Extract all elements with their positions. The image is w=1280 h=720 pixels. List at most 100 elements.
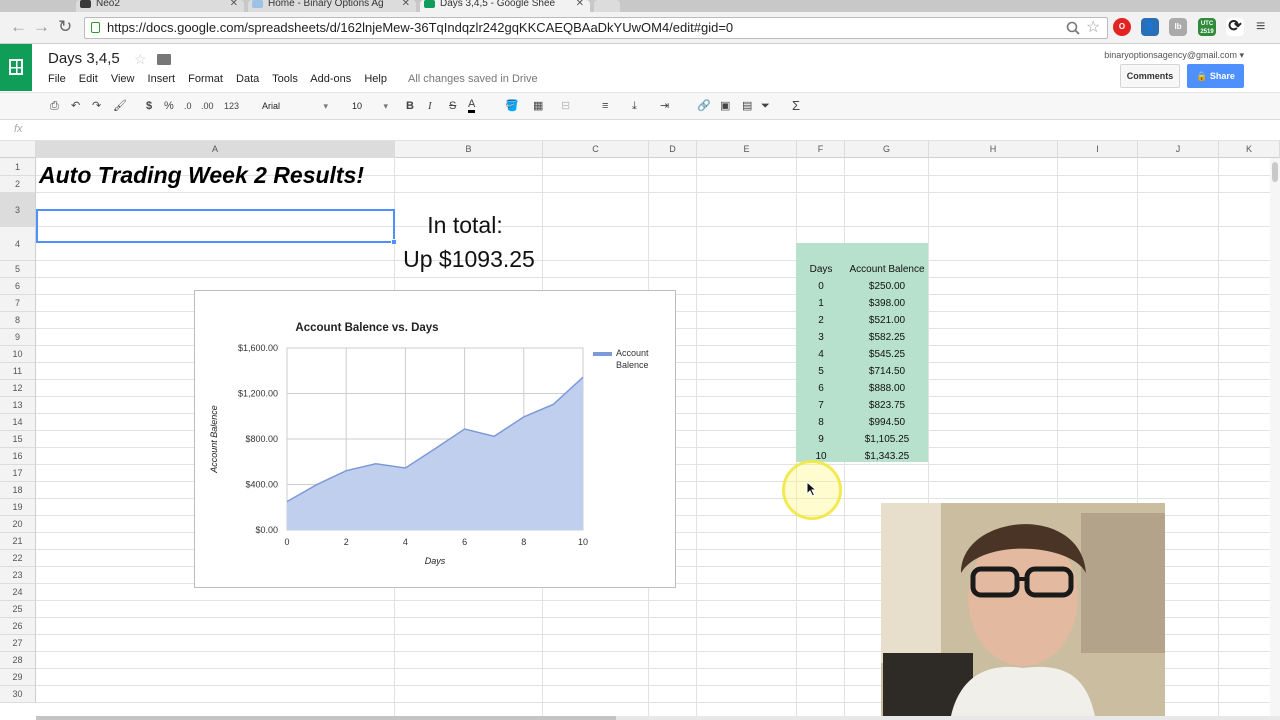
- table-cell-balance[interactable]: $1,343.25: [845, 451, 929, 462]
- selected-cell-a3[interactable]: [36, 209, 397, 245]
- select-all-corner[interactable]: [0, 141, 36, 158]
- share-button[interactable]: 🔒 Share: [1187, 64, 1244, 88]
- menu-format[interactable]: Format: [188, 73, 223, 85]
- decrease-decimals-button[interactable]: .0: [184, 99, 192, 113]
- vertical-scrollbar[interactable]: [1270, 158, 1280, 718]
- bookmark-star-icon[interactable]: ☆: [1086, 17, 1100, 37]
- opera-extension-icon[interactable]: O: [1113, 18, 1131, 36]
- paint-format-icon[interactable]: 🖌: [113, 99, 127, 113]
- column-header[interactable]: K: [1219, 141, 1280, 158]
- vertical-align-icon[interactable]: ⤓: [632, 99, 637, 113]
- column-header[interactable]: H: [929, 141, 1058, 158]
- sync-extension-icon[interactable]: ⟳: [1226, 18, 1244, 36]
- table-cell-balance[interactable]: $582.25: [845, 332, 929, 343]
- profile-extension-icon[interactable]: 👤: [1141, 18, 1159, 36]
- column-header[interactable]: A: [36, 141, 395, 158]
- table-cell-day[interactable]: 1: [797, 298, 845, 309]
- font-select[interactable]: Arial ▾: [262, 98, 330, 114]
- document-title[interactable]: Days 3,4,5: [48, 50, 120, 67]
- redo-icon[interactable]: ↷: [92, 99, 101, 113]
- row-header[interactable]: 21: [0, 533, 36, 550]
- browser-tab-neo2[interactable]: Neo2 ✕: [76, 0, 244, 12]
- increase-decimals-button[interactable]: .00: [201, 99, 214, 113]
- row-header[interactable]: 10: [0, 346, 36, 363]
- table-cell-day[interactable]: 2: [797, 315, 845, 326]
- menu-tools[interactable]: Tools: [272, 73, 298, 85]
- insert-chart-icon[interactable]: ▤: [742, 99, 752, 113]
- row-header[interactable]: 25: [0, 601, 36, 618]
- row-header[interactable]: 4: [0, 227, 36, 261]
- table-cell-balance[interactable]: $545.25: [845, 349, 929, 360]
- row-header[interactable]: 19: [0, 499, 36, 516]
- column-header[interactable]: E: [697, 141, 797, 158]
- currency-format-button[interactable]: $: [146, 99, 152, 113]
- table-cell-balance[interactable]: $714.50: [845, 366, 929, 377]
- merge-cells-icon[interactable]: ⊟: [561, 99, 570, 113]
- column-header[interactable]: B: [395, 141, 543, 158]
- row-header[interactable]: 12: [0, 380, 36, 397]
- column-header[interactable]: C: [543, 141, 649, 158]
- column-header[interactable]: I: [1058, 141, 1138, 158]
- column-header[interactable]: J: [1138, 141, 1219, 158]
- filter-icon[interactable]: ⏷: [761, 99, 770, 113]
- table-cell-day[interactable]: 9: [797, 434, 845, 445]
- table-cell-balance[interactable]: $1,105.25: [845, 434, 929, 445]
- table-cell-balance[interactable]: $521.00: [845, 315, 929, 326]
- sheets-logo-icon[interactable]: [0, 44, 32, 91]
- row-header[interactable]: 3: [0, 193, 36, 227]
- search-icon[interactable]: [1066, 21, 1080, 35]
- more-formats-button[interactable]: 123: [224, 99, 239, 113]
- row-header[interactable]: 30: [0, 686, 36, 703]
- row-header[interactable]: 7: [0, 295, 36, 312]
- row-header[interactable]: 29: [0, 669, 36, 686]
- table-header-days[interactable]: Days: [797, 264, 845, 275]
- row-header[interactable]: 11: [0, 363, 36, 380]
- browser-tab-days-sheet[interactable]: Days 3,4,5 - Google Shee ✕: [420, 0, 590, 12]
- text-color-button[interactable]: A: [468, 99, 476, 113]
- folder-icon[interactable]: [157, 54, 171, 65]
- cell-a1-title[interactable]: Auto Trading Week 2 Results!: [39, 162, 364, 189]
- table-cell-balance[interactable]: $888.00: [845, 383, 929, 394]
- horizontal-scrollbar[interactable]: [36, 716, 1280, 720]
- close-tab-icon[interactable]: ✕: [402, 0, 410, 9]
- new-tab-button[interactable]: [594, 0, 620, 12]
- table-cell-balance[interactable]: $823.75: [845, 400, 929, 411]
- column-header[interactable]: D: [649, 141, 697, 158]
- url-input[interactable]: https://docs.google.com/spreadsheets/d/1…: [84, 17, 1108, 39]
- table-cell-balance[interactable]: $250.00: [845, 281, 929, 292]
- strikethrough-button[interactable]: S: [449, 99, 456, 113]
- borders-icon[interactable]: ▦: [533, 99, 543, 113]
- row-header[interactable]: 9: [0, 329, 36, 346]
- insert-link-icon[interactable]: 🔗: [697, 99, 711, 113]
- browser-tab-binary-options[interactable]: Home - Binary Options Ag ✕: [248, 0, 416, 12]
- column-header[interactable]: G: [845, 141, 929, 158]
- table-cell-day[interactable]: 6: [797, 383, 845, 394]
- menu-file[interactable]: File: [48, 73, 66, 85]
- row-header[interactable]: 16: [0, 448, 36, 465]
- chrome-menu-icon[interactable]: ≡: [1256, 18, 1265, 36]
- menu-edit[interactable]: Edit: [79, 73, 98, 85]
- undo-icon[interactable]: ↶: [71, 99, 80, 113]
- close-tab-icon[interactable]: ✕: [230, 0, 238, 9]
- comments-button[interactable]: Comments: [1120, 64, 1180, 88]
- horizontal-align-icon[interactable]: ≡: [602, 99, 608, 113]
- row-header[interactable]: 15: [0, 431, 36, 448]
- row-header[interactable]: 14: [0, 414, 36, 431]
- bold-button[interactable]: B: [406, 99, 414, 113]
- lb-extension-icon[interactable]: lb: [1169, 18, 1187, 36]
- row-header[interactable]: 6: [0, 278, 36, 295]
- menu-add-ons[interactable]: Add-ons: [310, 73, 351, 85]
- star-icon[interactable]: ☆: [134, 51, 147, 68]
- menu-view[interactable]: View: [111, 73, 135, 85]
- table-cell-day[interactable]: 5: [797, 366, 845, 377]
- menu-help[interactable]: Help: [364, 73, 387, 85]
- table-cell-balance[interactable]: $398.00: [845, 298, 929, 309]
- row-header[interactable]: 8: [0, 312, 36, 329]
- row-header[interactable]: 18: [0, 482, 36, 499]
- row-header[interactable]: 22: [0, 550, 36, 567]
- table-cell-day[interactable]: 4: [797, 349, 845, 360]
- row-header[interactable]: 17: [0, 465, 36, 482]
- fill-color-icon[interactable]: 🪣: [505, 99, 519, 113]
- functions-button[interactable]: Σ: [792, 99, 800, 113]
- scroll-thumb[interactable]: [36, 716, 616, 720]
